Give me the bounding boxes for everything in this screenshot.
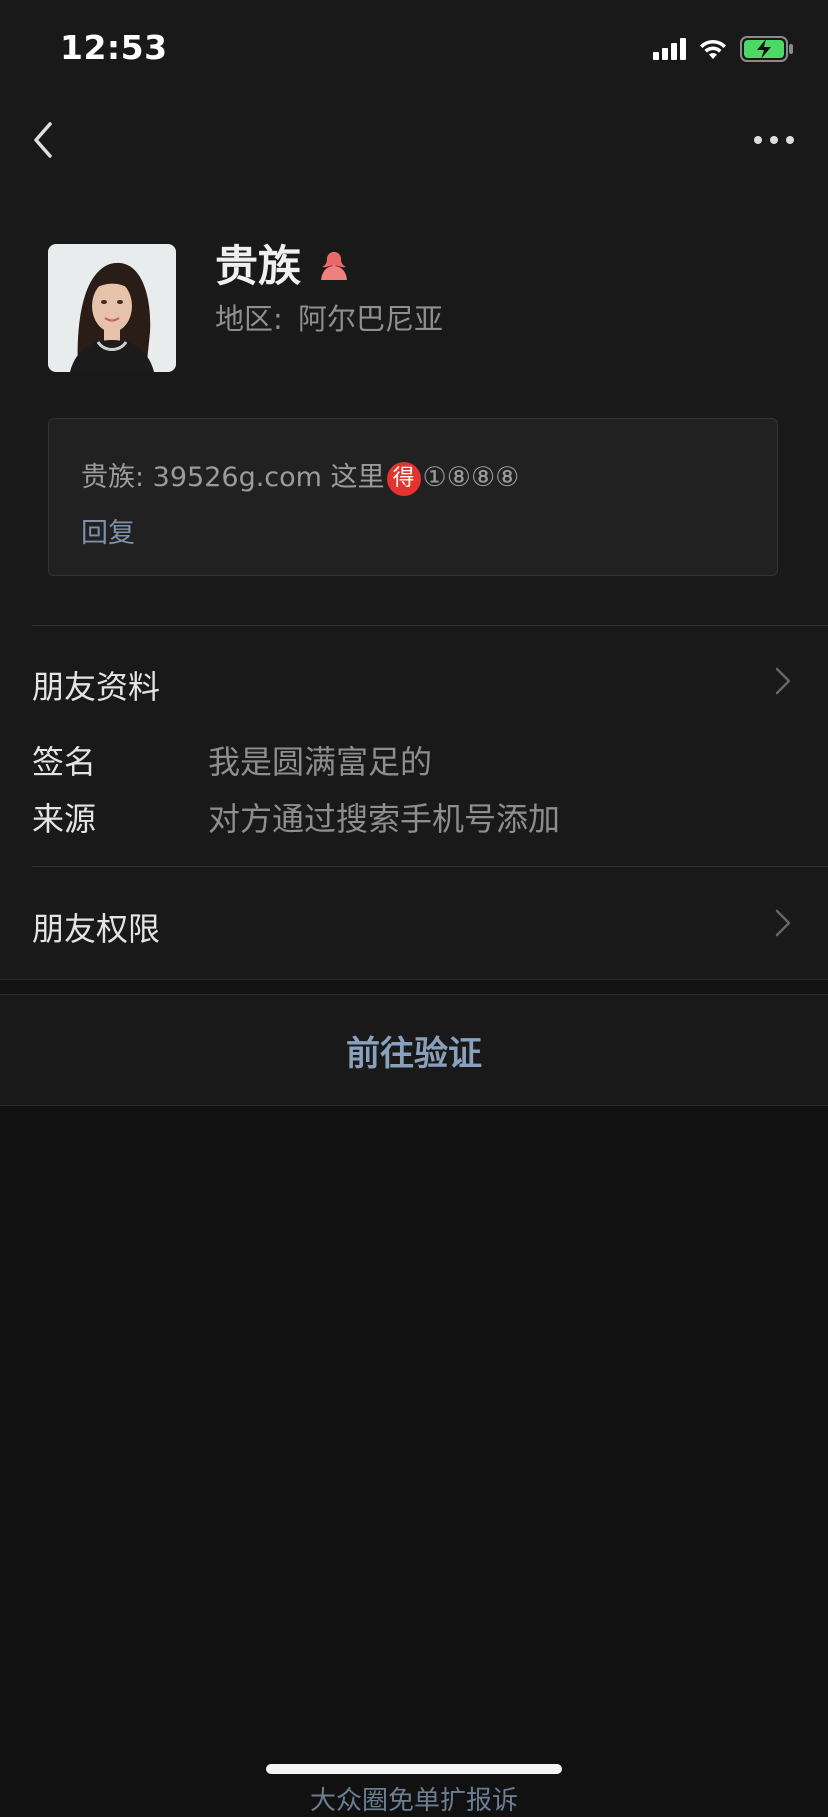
region-label: 地区: [215,302,283,336]
red-circle-emoji: 得 [386,461,421,496]
female-user-icon [321,252,347,280]
avatar-photo [48,244,176,372]
message-prefix: 贵族: 39526g.com 这里 [81,462,385,493]
reply-link[interactable]: 回复 [81,511,135,550]
source-label: 来源 [32,800,97,838]
home-indicator[interactable] [266,1764,562,1774]
region: 地区: 阿尔巴尼亚 [215,296,443,338]
greeting-message-card: 贵族: 39526g.com 这里得 ①⑧⑧⑧ 回复 [48,418,778,576]
nickname: 贵族 [215,232,351,294]
signature-label: 签名 [32,743,97,781]
greeting-message: 贵族: 39526g.com 这里得 ①⑧⑧⑧ [81,455,519,496]
section-gap [0,979,828,995]
chevron-right-icon[interactable] [774,666,792,696]
wifi-icon [700,39,726,59]
signature-value: 我是圆满富足的 [208,743,433,781]
back-chevron-icon[interactable] [26,118,60,162]
signal-icon [653,38,686,60]
source-value: 对方通过搜索手机号添加 [208,800,561,838]
verify-button[interactable]: 前往验证 [0,996,828,1106]
avatar[interactable] [48,244,176,372]
chevron-right-icon[interactable] [774,908,792,938]
report-link[interactable]: 大众圈免单扩报诉 [0,1780,828,1817]
divider [32,625,828,626]
message-suffix: ①⑧⑧⑧ [422,462,520,493]
status-icons [653,34,794,64]
friend-permissions-title[interactable]: 朋友权限 [32,904,160,950]
divider [32,866,828,867]
nickname-text: 贵族 [215,242,301,292]
status-time: 12:53 [60,28,168,67]
region-value: 阿尔巴尼亚 [298,302,444,336]
battery-charging-icon [740,36,793,62]
profile-panel: 12:53 贵族 地区: 阿尔巴尼亚 贵族: 39526g.com 这里 得 ①… [0,0,828,1106]
friend-info-title[interactable]: 朋友资料 [32,662,160,708]
more-dots-icon[interactable] [750,126,798,154]
